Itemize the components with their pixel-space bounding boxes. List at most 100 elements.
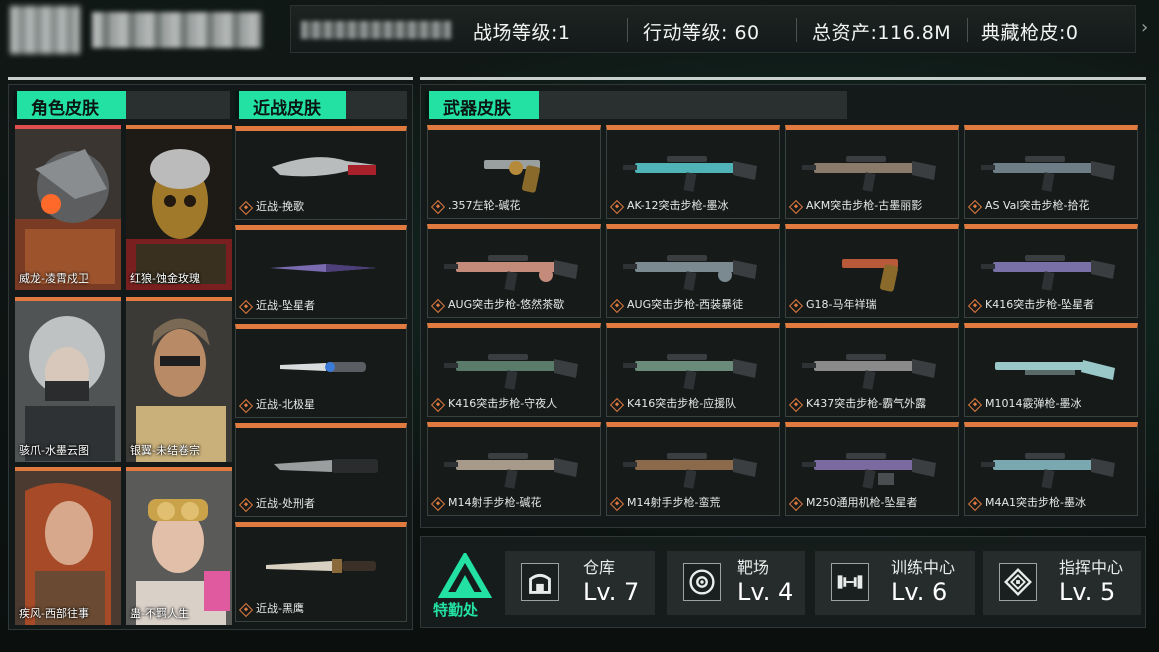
tab-track bbox=[539, 91, 847, 119]
weapon-skin-label: K416突击步枪-应援队 bbox=[627, 397, 737, 410]
weapon-skin-card[interactable]: AUG突击步枪-西装暴徒 bbox=[606, 224, 780, 318]
melee-skin-label: 近战-处刑者 bbox=[256, 497, 315, 510]
top-bar: 战场等级:1 行动等级: 60 总资产:116.8M 典藏枪皮:0 › bbox=[0, 0, 1159, 62]
facility-level: Lv. 7 bbox=[583, 578, 640, 606]
player-avatar[interactable] bbox=[10, 6, 80, 54]
character-skin-card[interactable]: 骇爪-水墨云图 bbox=[15, 297, 121, 462]
panel-divider bbox=[420, 77, 1146, 80]
weapon-skin-label: K416突击步枪-守夜人 bbox=[448, 397, 558, 410]
facility-name: 靶场 bbox=[737, 558, 770, 577]
character-skin-label: 威龙-凌霄戍卫 bbox=[19, 272, 89, 285]
weapon-skin-card[interactable]: AS Val突击步枪-拾花 bbox=[964, 125, 1138, 219]
character-portrait bbox=[15, 129, 121, 290]
weapon-skins-tab[interactable]: 武器皮肤 bbox=[425, 91, 539, 119]
character-melee-panel: 角色皮肤 近战皮肤 威龙-凌霄戍卫 红狼-蚀金玫瑰 骇爪-水墨云图 银翼-未结卷… bbox=[8, 84, 413, 630]
weapon-skin-label: AK-12突击步枪-墨冰 bbox=[627, 199, 729, 212]
character-skin-card[interactable]: 蛊-不羁人生 bbox=[126, 467, 232, 625]
target-icon bbox=[683, 563, 721, 601]
weapon-skins-panel: 武器皮肤 .357左轮-碱花 AK-12突击步枪-墨冰 AKM突击步枪-古墨丽影 AS… bbox=[420, 84, 1146, 528]
weapon-skin-card[interactable]: .357左轮-碱花 bbox=[427, 125, 601, 219]
logistics-label[interactable]: 特勤处 bbox=[433, 599, 478, 620]
character-skins-tab[interactable]: 角色皮肤 bbox=[13, 91, 126, 119]
tab-track bbox=[126, 91, 230, 119]
melee-skin-card[interactable]: 近战-北极星 bbox=[235, 324, 407, 418]
character-skin-card[interactable]: 银翼-未结卷宗 bbox=[126, 297, 232, 462]
operation-level-stat: 行动等级: 60 bbox=[643, 22, 760, 44]
melee-skin-label: 近战-黑鹰 bbox=[256, 602, 304, 615]
facility-command-center[interactable]: 指挥中心 Lv. 5 bbox=[983, 551, 1141, 615]
weapon-skin-card[interactable]: AUG突击步枪-悠然茶歇 bbox=[427, 224, 601, 318]
player-stats-bar: 战场等级:1 行动等级: 60 总资产:116.8M 典藏枪皮:0 bbox=[290, 5, 1136, 53]
stat-divider bbox=[967, 18, 968, 42]
facility-training-center[interactable]: 训练中心 Lv. 6 bbox=[815, 551, 975, 615]
weapon-skin-label: M14射手步枪-蛮荒 bbox=[627, 496, 721, 509]
player-name-redacted bbox=[92, 12, 262, 48]
weapon-skin-label: .357左轮-碱花 bbox=[448, 199, 521, 212]
logistics-bar: 特勤处 仓库 Lv. 7 靶场 Lv. 4 训练中心 Lv. 6 指挥中心 Lv… bbox=[420, 536, 1146, 628]
command-chip-icon bbox=[999, 563, 1037, 601]
character-skin-label: 蛊-不羁人生 bbox=[130, 607, 189, 620]
character-skin-card[interactable]: 红狼-蚀金玫瑰 bbox=[126, 125, 232, 290]
stat-divider bbox=[627, 18, 628, 42]
weapon-skin-label: AUG突击步枪-悠然茶歇 bbox=[448, 298, 565, 311]
character-skin-label: 银翼-未结卷宗 bbox=[130, 444, 200, 457]
character-portrait bbox=[126, 129, 232, 290]
weapon-skin-label: K437突击步枪-霸气外露 bbox=[806, 397, 927, 410]
character-portrait bbox=[15, 301, 121, 462]
melee-skins-tab[interactable]: 近战皮肤 bbox=[235, 91, 346, 119]
character-skin-label: 红狼-蚀金玫瑰 bbox=[130, 272, 200, 285]
panel-divider bbox=[8, 77, 413, 80]
weapon-skin-card[interactable]: AKM突击步枪-古墨丽影 bbox=[785, 125, 959, 219]
facility-name: 指挥中心 bbox=[1059, 558, 1124, 577]
weapon-skin-card[interactable]: AK-12突击步枪-墨冰 bbox=[606, 125, 780, 219]
weapon-skin-card[interactable]: K416突击步枪-应援队 bbox=[606, 323, 780, 417]
weapon-skin-card[interactable]: K416突击步枪-守夜人 bbox=[427, 323, 601, 417]
character-portrait bbox=[126, 471, 232, 625]
weapon-skin-label: AS Val突击步枪-拾花 bbox=[985, 199, 1090, 212]
weapon-skin-card[interactable]: M14射手步枪-蛮荒 bbox=[606, 422, 780, 516]
facility-level: Lv. 4 bbox=[737, 578, 794, 606]
facility-level: Lv. 6 bbox=[891, 578, 948, 606]
player-id-redacted bbox=[301, 21, 451, 39]
stat-divider bbox=[796, 18, 797, 42]
collection-skins-stat: 典藏枪皮:0 bbox=[981, 22, 1079, 44]
dumbbell-icon bbox=[831, 563, 869, 601]
melee-skin-label: 近战-北极星 bbox=[256, 398, 315, 411]
weapon-skin-label: G18-马年祥瑞 bbox=[806, 298, 877, 311]
character-skin-card[interactable]: 威龙-凌霄戍卫 bbox=[15, 125, 121, 290]
weapon-skin-label: M1014霰弹枪-墨冰 bbox=[985, 397, 1082, 410]
facility-name: 训练中心 bbox=[891, 558, 956, 577]
facility-range[interactable]: 靶场 Lv. 4 bbox=[667, 551, 805, 615]
character-skin-label: 疾风-西部往事 bbox=[19, 607, 89, 620]
total-assets-stat: 总资产:116.8M bbox=[812, 22, 952, 44]
weapon-skin-card[interactable]: M1014霰弹枪-墨冰 bbox=[964, 323, 1138, 417]
facility-warehouse[interactable]: 仓库 Lv. 7 bbox=[505, 551, 655, 615]
weapon-skin-label: AKM突击步枪-古墨丽影 bbox=[806, 199, 923, 212]
weapon-skin-card[interactable]: K437突击步枪-霸气外露 bbox=[785, 323, 959, 417]
chevron-right-icon[interactable]: › bbox=[1141, 17, 1148, 38]
battlefield-level-stat: 战场等级:1 bbox=[473, 22, 571, 44]
warehouse-icon bbox=[521, 563, 559, 601]
character-skin-card[interactable]: 疾风-西部往事 bbox=[15, 467, 121, 625]
facility-name: 仓库 bbox=[583, 558, 616, 577]
character-portrait bbox=[126, 301, 232, 462]
weapon-skin-card[interactable]: M14射手步枪-碱花 bbox=[427, 422, 601, 516]
character-portrait bbox=[15, 471, 121, 625]
melee-skin-card[interactable]: 近战-挽歌 bbox=[235, 126, 407, 220]
melee-skin-card[interactable]: 近战-处刑者 bbox=[235, 423, 407, 517]
weapon-skin-card[interactable]: M250通用机枪-坠星者 bbox=[785, 422, 959, 516]
tab-track bbox=[346, 91, 407, 119]
melee-skin-label: 近战-挽歌 bbox=[256, 200, 304, 213]
weapon-skin-card[interactable]: G18-马年祥瑞 bbox=[785, 224, 959, 318]
melee-skin-card[interactable]: 近战-坠星者 bbox=[235, 225, 407, 319]
weapon-skin-label: K416突击步枪-坠星者 bbox=[985, 298, 1095, 311]
weapon-skin-label: M250通用机枪-坠星者 bbox=[806, 496, 918, 509]
weapon-skin-label: AUG突击步枪-西装暴徒 bbox=[627, 298, 744, 311]
weapon-skin-card[interactable]: M4A1突击步枪-墨冰 bbox=[964, 422, 1138, 516]
melee-skin-label: 近战-坠星者 bbox=[256, 299, 315, 312]
facility-level: Lv. 5 bbox=[1059, 578, 1116, 606]
weapon-skin-card[interactable]: K416突击步枪-坠星者 bbox=[964, 224, 1138, 318]
weapon-skin-label: M4A1突击步枪-墨冰 bbox=[985, 496, 1086, 509]
melee-skin-card[interactable]: 近战-黑鹰 bbox=[235, 522, 407, 622]
weapon-skin-label: M14射手步枪-碱花 bbox=[448, 496, 542, 509]
